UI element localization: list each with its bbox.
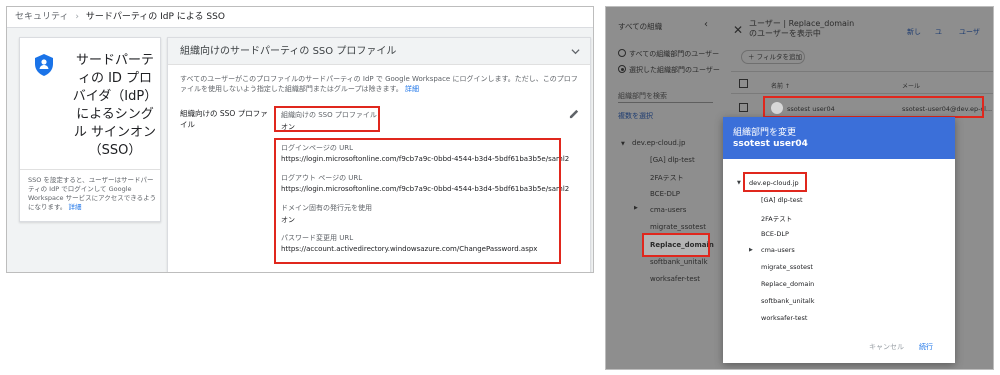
chevron-left-icon[interactable]: ‹ [704,19,708,30]
row-checkbox[interactable] [739,103,748,112]
sso-profile-section: 組織向けのサードパーティの SSO プロファイル すべてのユーザーがこのプロファ… [167,37,591,272]
card-description: SSO を設定すると、ユーザーはサードパーティの IdP でログインして Goo… [28,176,158,212]
sidebar-org-item[interactable]: BCE-DLP [650,190,680,198]
collapse-triangle-icon[interactable]: ▶ [749,247,753,253]
section-header[interactable]: 組織向けのサードパーティの SSO プロファイル [168,38,590,65]
action-user[interactable]: ユ [935,27,942,37]
highlight-box-sso-profile [274,106,380,132]
dialog-org-item[interactable]: [GA] dlp-test [761,196,803,204]
plus-icon: ＋ [748,53,755,61]
sidebar-org-item[interactable]: softbank_unitalk [650,258,708,266]
sidebar-org-item[interactable]: 2FAテスト [650,173,684,183]
pencil-icon[interactable] [569,108,580,119]
dialog-org-item[interactable]: worksafer-test [761,314,807,322]
sidebar-org-item[interactable]: worksafer-test [650,275,700,283]
breadcrumb: セキュリティ › サードパーティの IdP による SSO [7,7,593,28]
org-search-underline [618,102,713,103]
card-title: サードパーティの ID プロバイダ（IdP）によるシングル サインオン（SSO） [72,53,158,158]
dialog-title: 組織部門を変更 [733,128,797,138]
close-icon[interactable]: ✕ [733,23,743,37]
card-divider [20,169,160,170]
section-intro-text: すべてのユーザーがこのプロファイルのサードパーティの IdP で Google … [180,75,578,93]
collapse-triangle-icon[interactable]: ▶ [634,205,638,211]
dialog-org-item[interactable]: 2FAテスト [761,213,792,223]
table-divider [731,93,993,94]
sso-info-card: サードパーティの ID プロバイダ（IdP）によるシングル サインオン（SSO）… [19,37,161,222]
breadcrumb-separator: › [75,12,79,22]
highlight-box-replace-domain [642,233,710,257]
action-new[interactable]: 新し [907,27,921,37]
multi-select-link[interactable]: 複数を選択 [618,111,653,121]
sso-settings-panel: セキュリティ › サードパーティの IdP による SSO サードパーティの I… [6,6,594,273]
table-divider [731,71,993,72]
sidebar-org-item[interactable]: migrate_ssotest [650,223,706,231]
card-learn-more-link[interactable]: 詳細 [68,203,81,211]
expand-triangle-icon[interactable]: ▼ [737,180,741,186]
dialog-org-item[interactable]: cma-users [761,246,795,254]
dialog-org-item[interactable]: softbank_unitalk [761,297,814,305]
sidebar-org-root[interactable]: dev.ep-cloud.jp [632,139,685,147]
section-title: 組織向けのサードパーティの SSO プロファイル [180,46,397,57]
dialog-org-item[interactable]: migrate_ssotest [761,263,813,271]
change-org-dialog: 組織部門を変更 ssotest user04 ▼ dev.ep-cloud.jp… [723,117,955,363]
cancel-button[interactable]: キャンセル [869,342,904,352]
highlight-box-user-row [763,96,984,118]
breadcrumb-security[interactable]: セキュリティ [15,12,68,22]
chevron-down-icon[interactable] [571,47,580,56]
row-label: 組織向けの SSO プロファイル [180,109,268,129]
breadcrumb-current: サードパーティの IdP による SSO [85,12,225,22]
action-user-more[interactable]: ユーザ [959,27,980,37]
dialog-header: 組織部門を変更 ssotest user04 [723,117,955,159]
highlight-box-root-org [743,172,807,192]
select-all-checkbox[interactable] [739,79,748,88]
radio-all-orgs[interactable] [618,49,626,57]
user-org-panel: すべての組織 ‹ すべての組織部門のユーザー 選択した組織部門のユーザー 組織部… [605,6,994,370]
dialog-subtitle: ssotest user04 [733,139,808,149]
highlight-box-urls [274,138,561,264]
user-list-header: ユーザー | Replace_domain のユーザーを表示中 [749,19,855,38]
radio-selected-orgs-label: 選択した組織部門のユーザー [629,66,720,74]
radio-selected-orgs[interactable] [618,65,626,73]
section-intro: すべてのユーザーがこのプロファイルのサードパーティの IdP で Google … [180,74,580,94]
column-header-name[interactable]: 名前 ↑ [771,81,790,90]
sidebar-title: すべての組織 [618,22,663,31]
continue-button[interactable]: 続行 [919,342,933,352]
sidebar-org-item[interactable]: cma-users [650,206,686,214]
dialog-org-item[interactable]: Replace_domain [761,280,814,288]
add-filter-label: フィルタを追加 [756,53,802,61]
org-search-placeholder[interactable]: 組織部門を検索 [618,91,667,101]
dialog-org-item[interactable]: BCE-DLP [761,230,789,238]
shield-icon [35,54,53,76]
expand-triangle-icon[interactable]: ▼ [621,141,625,147]
org-sidebar: すべての組織 ‹ すべての組織部門のユーザー 選択した組織部門のユーザー 組織部… [606,7,720,369]
radio-all-orgs-label: すべての組織部門のユーザー [629,50,720,58]
column-header-email[interactable]: メール [902,81,920,90]
sidebar-org-item[interactable]: [GA] dlp-test [650,156,695,164]
section-learn-more-link[interactable]: 詳細 [405,85,419,93]
card-description-text: SSO を設定すると、ユーザーはサードパーティの IdP でログインして Goo… [28,176,157,211]
add-filter-chip[interactable]: ＋ フィルタを追加 [741,50,805,64]
